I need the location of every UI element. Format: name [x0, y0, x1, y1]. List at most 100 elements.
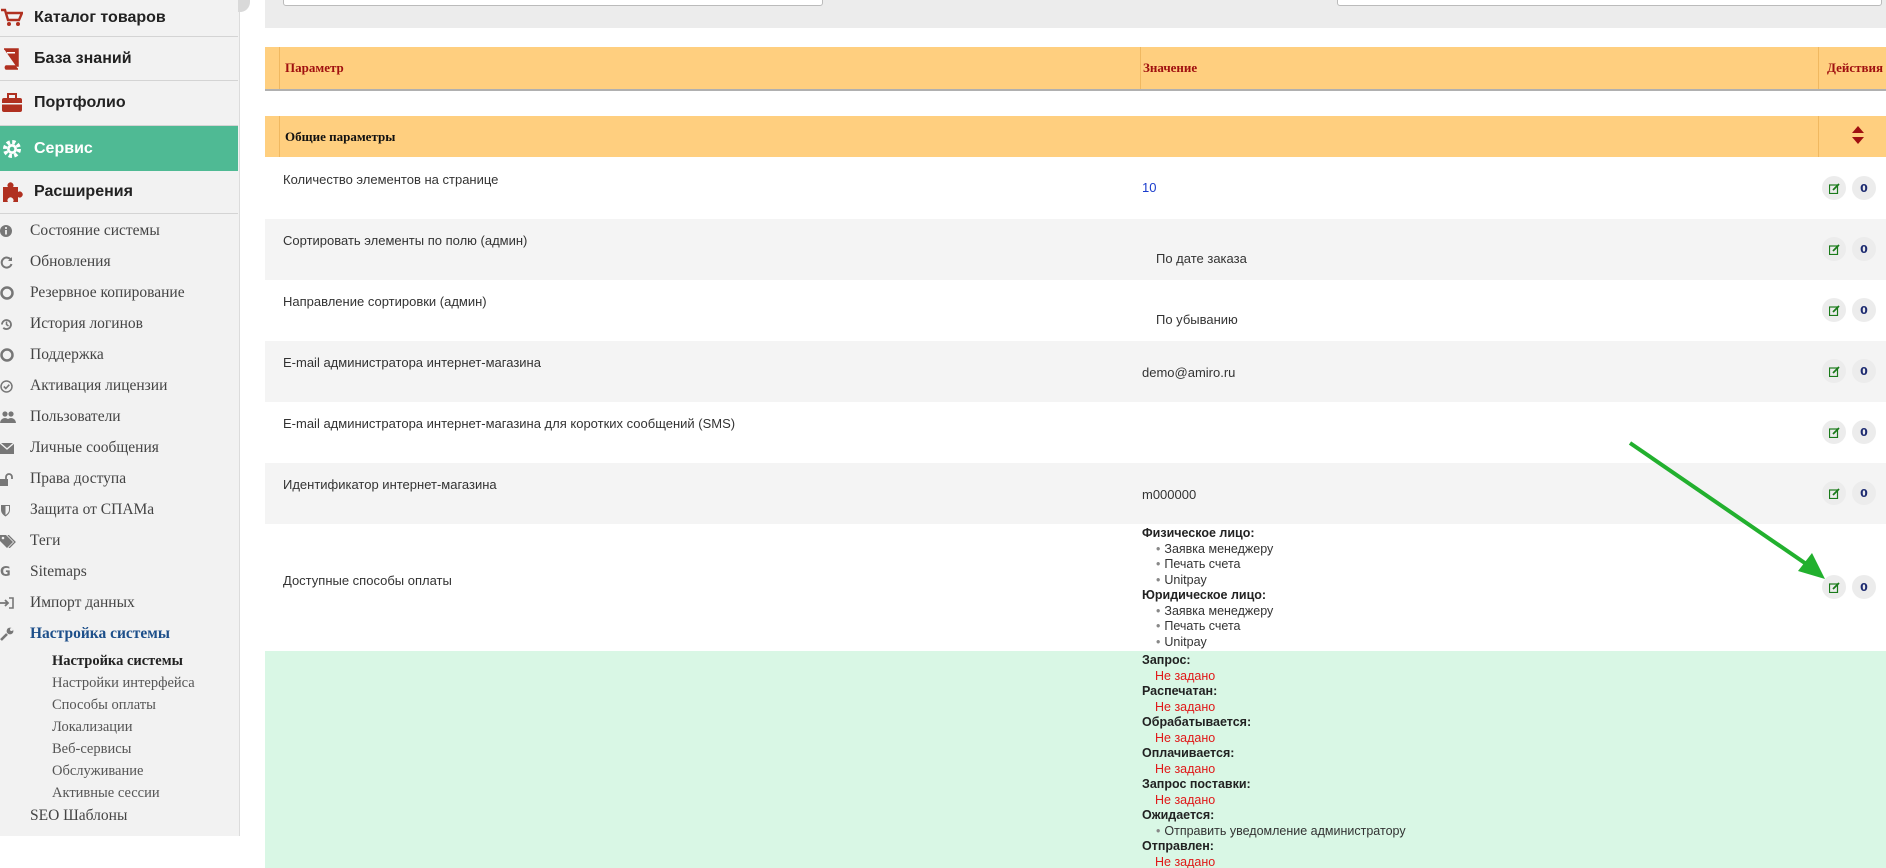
sidebar-subitem-label: Состояние системы — [30, 222, 160, 239]
wrench-icon — [0, 627, 30, 641]
cart-icon — [0, 8, 34, 28]
zero-icon[interactable]: 0 — [1852, 420, 1876, 444]
book-icon — [0, 47, 34, 70]
table-header: Параметр Значение Действия — [265, 47, 1886, 91]
individual-label: Физическое лицо: — [1142, 526, 1255, 540]
sidebar-subitem-import[interactable]: Импорт данных — [0, 588, 238, 618]
briefcase-icon — [0, 93, 34, 113]
check-circle-icon — [0, 379, 30, 393]
sort-toggle-icon[interactable] — [1851, 125, 1865, 148]
edit-icon[interactable] — [1822, 176, 1846, 200]
list-item: Отправить уведомление администратору — [1142, 824, 1405, 840]
zero-icon[interactable]: 0 — [1852, 481, 1876, 505]
google-icon: G — [0, 564, 11, 580]
table-row: Сортировать элементы по полю (админ) По … — [265, 219, 1886, 280]
lifebuoy-icon — [0, 286, 30, 300]
sidebar-item-seo-templates[interactable]: SEO Шаблоны — [30, 807, 127, 825]
sidebar-subitem-system-status[interactable]: Состояние системы — [0, 216, 238, 246]
zero-icon[interactable]: 0 — [1852, 575, 1876, 599]
column-header-value[interactable]: Значение — [1143, 47, 1197, 89]
settings-item-web-services[interactable]: Веб-сервисы — [52, 738, 131, 760]
sidebar-subitem-label: Личные сообщения — [30, 439, 159, 456]
sidebar-subitem-spam-protection[interactable]: Защита от СПАМа — [0, 495, 238, 525]
sidebar-subitem-license[interactable]: Активация лицензии — [0, 371, 238, 401]
filter-bar — [265, 0, 1886, 28]
status-value: Не задано — [1155, 792, 1216, 807]
sidebar-item-label: База знаний — [34, 49, 132, 67]
history-icon — [0, 318, 30, 331]
zero-icon[interactable]: 0 — [1852, 176, 1876, 200]
sidebar-subitem-label: Теги — [30, 532, 61, 549]
status-list: Запрос: Не задано Распечатан: Не задано … — [1142, 653, 1406, 868]
sidebar-subitem-users[interactable]: Пользователи — [0, 402, 238, 432]
sidebar-subitem-label: Sitemaps — [30, 563, 87, 580]
zero-icon[interactable]: 0 — [1852, 359, 1876, 383]
column-header-actions: Действия — [1827, 60, 1884, 75]
sidebar-subitem-label: Права доступа — [30, 470, 127, 487]
status-value: Не задано — [1155, 668, 1216, 683]
list-item: Unitpay — [1142, 635, 1273, 651]
column-header-param[interactable]: Параметр — [285, 47, 344, 89]
status-label: Распечатан: — [1142, 684, 1218, 698]
table-row: E-mail администратора интернет-магазина … — [265, 341, 1886, 402]
sidebar-subitem-label: Защита от СПАМа — [30, 501, 155, 518]
edit-icon[interactable] — [1822, 298, 1846, 322]
sidebar-subitem-label: Поддержка — [30, 346, 104, 363]
zero-icon[interactable]: 0 — [1852, 298, 1876, 322]
sidebar-item-extensions[interactable]: Расширения — [0, 171, 238, 214]
lifebuoy-icon — [0, 348, 30, 362]
param-label: E-mail администратора интернет-магазина — [283, 355, 541, 370]
status-label: Ожидается: — [1142, 808, 1215, 822]
status-label: Отправлен: — [1142, 839, 1214, 853]
filter-input-left[interactable] — [283, 0, 823, 6]
sidebar-item-label: Расширения — [34, 183, 133, 200]
sidebar-subitem-tags[interactable]: Теги — [0, 526, 238, 556]
list-item: Заявка менеджеру — [1142, 604, 1273, 620]
sidebar-subitem-updates[interactable]: Обновления — [0, 247, 238, 277]
settings-item-maintenance[interactable]: Обслуживание — [52, 760, 143, 782]
settings-item-interface[interactable]: Настройки интерфейса — [52, 672, 195, 694]
status-value: Не задано — [1155, 699, 1216, 714]
list-item: Заявка менеджеру — [1142, 542, 1273, 558]
sidebar: Каталог товаров База знаний Портфолио Се… — [0, 0, 240, 836]
sidebar-subitem-label: Активация лицензии — [30, 377, 168, 394]
param-value: По убыванию — [1156, 312, 1238, 327]
filter-input-right[interactable] — [1337, 0, 1882, 6]
sidebar-subitem-messages[interactable]: Личные сообщения — [0, 433, 238, 463]
sidebar-item-label: Каталог товаров — [34, 9, 166, 26]
param-label: E-mail администратора интернет-магазина … — [283, 416, 736, 431]
sidebar-subitem-label: Настройка системы — [30, 625, 170, 642]
gear-icon — [0, 138, 34, 160]
settings-item-active-sessions[interactable]: Активные сессии — [52, 782, 160, 804]
settings-item-payment-methods[interactable]: Способы оплаты — [52, 694, 156, 716]
users-icon — [0, 411, 30, 423]
refresh-icon — [0, 256, 30, 269]
sidebar-subitem-sitemaps[interactable]: G Sitemaps — [0, 557, 238, 587]
sidebar-subitem-label: Обновления — [30, 253, 111, 270]
sidebar-subitem-backup[interactable]: Резервное копирование — [0, 278, 238, 308]
settings-item-localization[interactable]: Локализации — [52, 716, 133, 738]
settings-item-system-settings[interactable]: Настройка системы — [52, 650, 183, 672]
param-value: 10 — [1142, 180, 1157, 195]
table-row: Направление сортировки (админ) По убыван… — [265, 280, 1886, 341]
sidebar-item-label: Портфолио — [34, 94, 126, 111]
legal-label: Юридическое лицо: — [1142, 588, 1267, 602]
sidebar-subitem-login-history[interactable]: История логинов — [0, 309, 238, 339]
table-row-order-statuses: Запрос: Не задано Распечатан: Не задано … — [265, 651, 1886, 868]
status-value: Не задано — [1155, 730, 1216, 745]
sidebar-item-knowledge-base[interactable]: База знаний — [0, 37, 238, 81]
zero-icon[interactable]: 0 — [1852, 237, 1876, 261]
sidebar-subitem-access-rights[interactable]: Права доступа — [0, 464, 238, 494]
sidebar-subitem-support[interactable]: Поддержка — [0, 340, 238, 370]
edit-icon[interactable] — [1822, 237, 1846, 261]
param-label: Направление сортировки (админ) — [283, 294, 487, 309]
table-row: Количество элементов на странице 10 0 — [265, 158, 1886, 219]
sidebar-scrollbar[interactable] — [238, 0, 250, 12]
edit-icon[interactable] — [1822, 359, 1846, 383]
sidebar-subitem-system-settings[interactable]: Настройка системы — [0, 619, 238, 649]
list-item: Печать счета — [1142, 619, 1273, 635]
group-header[interactable]: Общие параметры — [265, 116, 1886, 157]
sidebar-item-service[interactable]: Сервис — [0, 126, 238, 171]
sidebar-item-catalog[interactable]: Каталог товаров — [0, 0, 238, 37]
sidebar-item-portfolio[interactable]: Портфолио — [0, 81, 238, 126]
